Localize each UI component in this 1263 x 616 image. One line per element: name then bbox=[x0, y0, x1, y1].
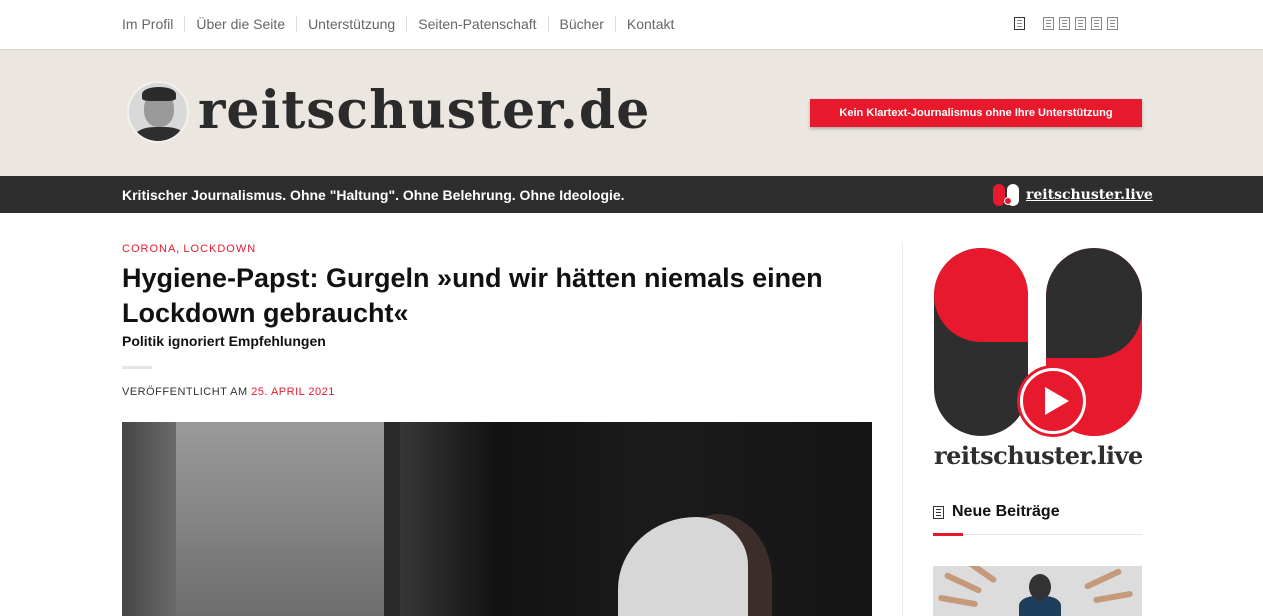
social-icon-4[interactable] bbox=[1075, 17, 1086, 30]
live-link[interactable]: reitschuster.live bbox=[993, 184, 1153, 206]
nav-link-seiten-patenschaft[interactable]: Seiten-Patenschaft bbox=[406, 16, 547, 32]
category-link-corona[interactable]: CORONA bbox=[122, 243, 176, 255]
category-link-lockdown[interactable]: LOCKDOWN bbox=[183, 243, 256, 255]
nav-link-im-profil[interactable]: Im Profil bbox=[111, 16, 184, 32]
top-nav-links: Im Profil Über die Seite Unterstützung S… bbox=[111, 16, 685, 32]
social-icon-3[interactable] bbox=[1059, 17, 1070, 30]
recent-posts-icon bbox=[933, 505, 944, 519]
social-icons bbox=[1014, 17, 1118, 30]
nav-link-kontakt[interactable]: Kontakt bbox=[614, 16, 685, 32]
social-icon-2[interactable] bbox=[1043, 17, 1054, 30]
social-icon-6[interactable] bbox=[1107, 17, 1118, 30]
content-sidebar-divider bbox=[902, 243, 903, 616]
live-link-label: reitschuster.live bbox=[1026, 187, 1153, 203]
title-divider bbox=[122, 366, 152, 369]
site-logo[interactable]: reitschuster.de bbox=[198, 76, 650, 146]
play-icon bbox=[1020, 368, 1086, 434]
nav-link-buecher[interactable]: Bücher bbox=[547, 16, 615, 32]
live-banner-text[interactable]: reitschuster.live bbox=[934, 441, 1143, 470]
top-navigation: Im Profil Über die Seite Unterstützung S… bbox=[0, 0, 1263, 50]
recent-post-thumbnail[interactable] bbox=[933, 566, 1142, 616]
social-icon-1[interactable] bbox=[1014, 17, 1025, 30]
category-separator: , bbox=[176, 243, 180, 255]
published-label: VERÖFFENTLICHT AM bbox=[122, 386, 248, 398]
article-hero-image bbox=[122, 422, 872, 616]
recent-posts-accent bbox=[933, 533, 963, 536]
published-date[interactable]: 25. APRIL 2021 bbox=[251, 386, 335, 398]
social-icon-5[interactable] bbox=[1091, 17, 1102, 30]
nav-link-unterstuetzung[interactable]: Unterstützung bbox=[296, 16, 406, 32]
recent-posts-heading: Neue Beiträge bbox=[952, 503, 1060, 520]
site-slogan: Kritischer Journalismus. Ohne "Haltung".… bbox=[122, 187, 625, 203]
article-subtitle: Politik ignoriert Empfehlungen bbox=[122, 333, 326, 349]
author-avatar[interactable] bbox=[127, 81, 189, 143]
live-banner-logo[interactable] bbox=[934, 248, 1142, 438]
recent-posts-underline bbox=[933, 534, 1142, 535]
live-logo-icon bbox=[993, 184, 1021, 206]
article-categories: CORONA, LOCKDOWN bbox=[122, 243, 256, 255]
nav-link-ueber-die-seite[interactable]: Über die Seite bbox=[184, 16, 296, 32]
support-button[interactable]: Kein Klartext-Journalismus ohne Ihre Unt… bbox=[810, 99, 1142, 127]
published-info: VERÖFFENTLICHT AM 25. APRIL 2021 bbox=[122, 386, 335, 398]
recent-posts-header: Neue Beiträge bbox=[933, 503, 1060, 521]
article-title: Hygiene-Papst: Gurgeln »und wir hätten n… bbox=[122, 263, 823, 328]
